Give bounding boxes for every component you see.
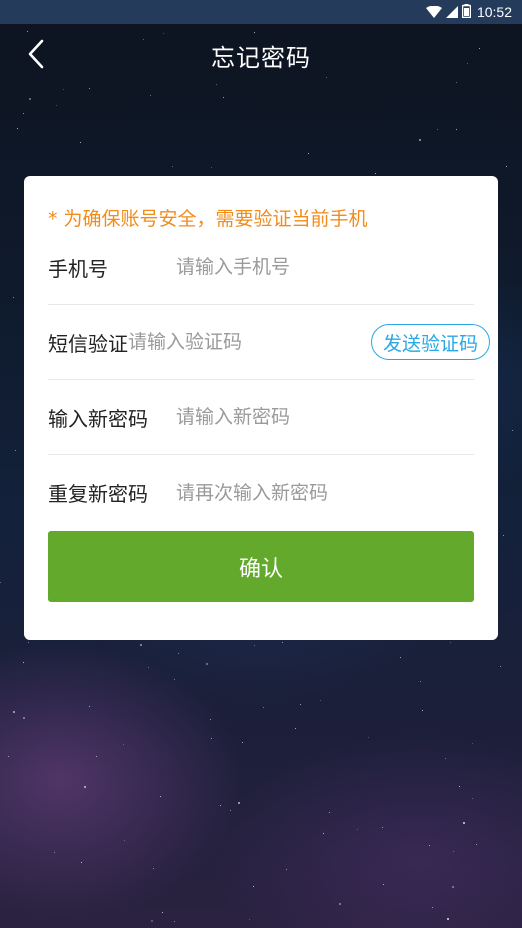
status-bar: 10:52 [0, 0, 522, 24]
back-button[interactable] [18, 38, 54, 74]
signal-icon [445, 3, 458, 22]
repeat-password-input[interactable] [176, 474, 474, 511]
sms-code-input[interactable] [128, 324, 371, 360]
page-title: 忘记密码 [211, 43, 311, 72]
forgot-password-card: * 为确保账号安全，需要验证当前手机 手机号 短信验证 发送验证码 输入新密码 … [24, 176, 498, 640]
security-notice: * 为确保账号安全，需要验证当前手机 [48, 208, 368, 230]
new-password-label: 输入新密码 [48, 406, 148, 431]
sms-code-row: 短信验证 发送验证码 [48, 305, 491, 380]
send-code-button[interactable]: 发送验证码 [371, 324, 491, 360]
wifi-icon [425, 3, 442, 22]
battery-icon [461, 3, 472, 22]
repeat-password-row: 重复新密码 [48, 455, 474, 530]
phone-row: 手机号 [48, 230, 474, 305]
chevron-left-icon [27, 39, 45, 73]
app-bar: 忘记密码 [0, 24, 522, 86]
phone-label: 手机号 [48, 256, 108, 281]
confirm-button[interactable]: 确认 [48, 531, 474, 602]
new-password-row: 输入新密码 [48, 380, 474, 455]
new-password-input[interactable] [176, 399, 474, 435]
status-icons [425, 3, 472, 22]
repeat-password-label: 重复新密码 [48, 482, 148, 506]
sms-code-label: 短信验证 [48, 331, 128, 356]
phone-input[interactable] [176, 249, 474, 285]
status-time: 10:52 [476, 4, 512, 20]
